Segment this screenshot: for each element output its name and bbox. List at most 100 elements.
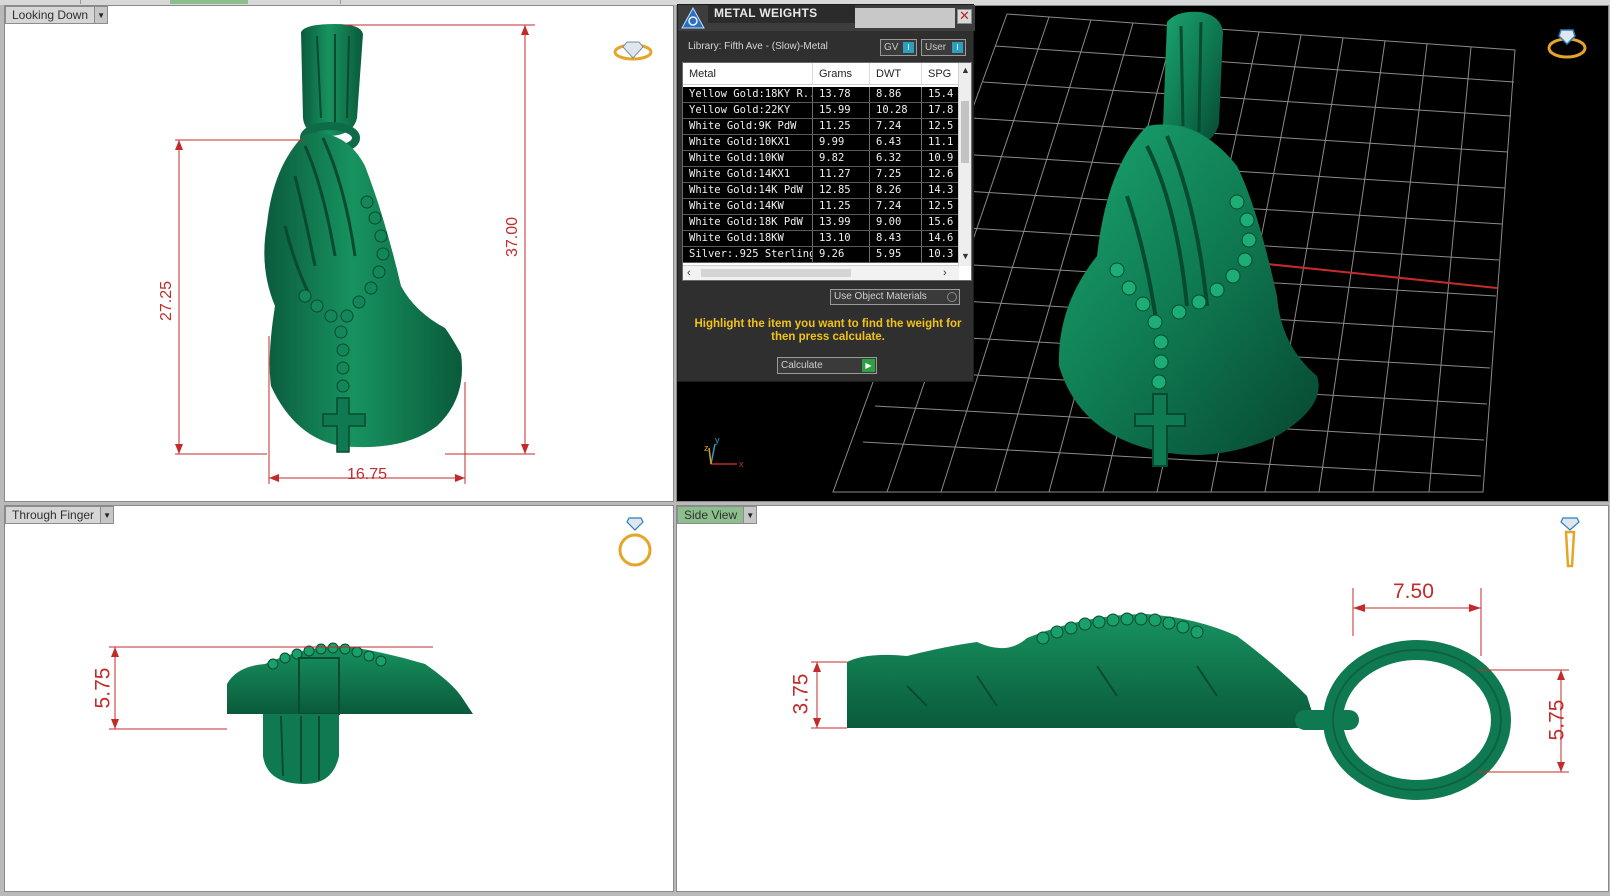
diamond-ring-icon[interactable] bbox=[613, 36, 655, 64]
user-toggle[interactable]: User I bbox=[921, 39, 966, 56]
table-row[interactable]: White Gold:18K PdW 13.99 9.00 15.6 bbox=[683, 215, 959, 231]
gv-toggle[interactable]: GV I bbox=[880, 39, 917, 56]
column-header-metal[interactable]: Metal bbox=[683, 63, 813, 84]
ring-side-icon[interactable] bbox=[1555, 512, 1585, 570]
cell-grams: 9.82 bbox=[813, 151, 870, 166]
dimension-body-thickness: 3.75 bbox=[789, 673, 813, 715]
chevron-down-icon[interactable]: ▼ bbox=[743, 507, 757, 523]
viewport-side-view[interactable]: Side View ▼ 7.50 3.75 5.75 bbox=[676, 505, 1609, 892]
cell-metal: White Gold:9K PdW bbox=[683, 119, 813, 134]
table-row[interactable]: Yellow Gold:22KY 15.99 10.28 17.8 bbox=[683, 103, 959, 119]
dimension-thickness: 5.75 bbox=[91, 667, 115, 709]
scroll-thumb[interactable] bbox=[961, 101, 969, 163]
metal-table-header: Metal Grams DWT SPG bbox=[683, 63, 959, 85]
axis-y-label: y bbox=[715, 435, 720, 445]
toolbar-divider bbox=[80, 0, 81, 4]
cell-dwt: 7.24 bbox=[870, 119, 922, 134]
chevron-down-icon[interactable]: ▼ bbox=[94, 7, 108, 23]
cell-grams: 9.26 bbox=[813, 247, 870, 262]
scroll-down-icon[interactable]: ▼ bbox=[959, 251, 972, 261]
close-icon[interactable]: ✕ bbox=[957, 9, 972, 24]
cell-metal: White Gold:10KX1 bbox=[683, 135, 813, 150]
calculate-button[interactable]: Calculate ▶ bbox=[777, 357, 877, 374]
panel-titlebar[interactable]: METAL WEIGHTS ✕ bbox=[678, 5, 975, 31]
cell-grams: 11.25 bbox=[813, 119, 870, 134]
cell-spg: 12.5 bbox=[922, 199, 959, 214]
table-row[interactable]: White Gold:14K PdW 12.85 8.26 14.3 bbox=[683, 183, 959, 199]
calculate-label: Calculate bbox=[781, 360, 823, 371]
cell-metal: White Gold:18K PdW bbox=[683, 215, 813, 230]
scroll-right-icon[interactable]: › bbox=[943, 266, 947, 280]
cell-metal: Yellow Gold:22KY bbox=[683, 103, 813, 118]
metal-weights-panel[interactable]: METAL WEIGHTS ✕ Library: Fifth Ave - (Sl… bbox=[677, 4, 975, 382]
cell-dwt: 10.28 bbox=[870, 103, 922, 118]
radio-icon bbox=[947, 292, 957, 302]
scroll-thumb[interactable] bbox=[701, 269, 851, 277]
hint-text: Highlight the item you want to find the … bbox=[694, 318, 962, 343]
cell-spg: 15.4 bbox=[922, 87, 959, 102]
ring-orbit-icon[interactable] bbox=[1545, 26, 1589, 62]
cell-grams: 13.10 bbox=[813, 231, 870, 246]
cell-dwt: 7.24 bbox=[870, 199, 922, 214]
cell-dwt: 5.95 bbox=[870, 247, 922, 262]
dimension-height-total: 37.00 bbox=[504, 216, 522, 258]
viewport-through-finger[interactable]: Through Finger ▼ 5.75 bbox=[4, 505, 674, 892]
horizontal-scrollbar[interactable]: ‹ › bbox=[683, 265, 959, 280]
column-header-spg[interactable]: SPG bbox=[922, 63, 959, 84]
ring-front-icon[interactable] bbox=[615, 512, 655, 568]
viewport-label-through-finger[interactable]: Through Finger ▼ bbox=[5, 506, 115, 524]
library-label: Library: Fifth Ave - (Slow)-Metal bbox=[688, 41, 828, 52]
cell-metal: White Gold:14KW bbox=[683, 199, 813, 214]
cell-grams: 15.99 bbox=[813, 103, 870, 118]
table-row[interactable]: White Gold:18KW 13.10 8.43 14.6 bbox=[683, 231, 959, 247]
table-row[interactable]: Yellow Gold:18KY R... 13.78 8.86 15.4 bbox=[683, 87, 959, 103]
dimension-height-body: 27.25 bbox=[158, 280, 176, 322]
viewport-looking-down[interactable]: Looking Down ▼ 37.00 27.25 16.75 bbox=[4, 5, 674, 502]
cell-dwt: 6.32 bbox=[870, 151, 922, 166]
use-object-materials-toggle[interactable]: Use Object Materials bbox=[830, 289, 960, 305]
vertical-scrollbar[interactable]: ▲ ▼ bbox=[958, 63, 971, 266]
viewport-label-looking-down[interactable]: Looking Down ▼ bbox=[5, 6, 109, 24]
axis-z-label: z bbox=[704, 443, 709, 453]
toggle-knob-icon: I bbox=[903, 42, 914, 53]
table-row[interactable]: White Gold:9K PdW 11.25 7.24 12.5 bbox=[683, 119, 959, 135]
use-object-materials-label: Use Object Materials bbox=[834, 291, 927, 302]
cell-metal: White Gold:14K PdW bbox=[683, 183, 813, 198]
cell-metal: Silver:.925 Sterling bbox=[683, 247, 813, 262]
matrix-logo-icon bbox=[681, 6, 705, 29]
viewport-label-text: Looking Down bbox=[6, 7, 95, 23]
cell-metal: White Gold:10KW bbox=[683, 151, 813, 166]
cell-grams: 12.85 bbox=[813, 183, 870, 198]
dimension-bail-width: 7.50 bbox=[1393, 580, 1434, 603]
metal-table-body: Yellow Gold:18KY R... 13.78 8.86 15.4 Yellow… bbox=[683, 87, 959, 263]
pendant-front-render bbox=[175, 24, 535, 484]
scroll-up-icon[interactable]: ▲ bbox=[959, 65, 972, 75]
cell-grams: 13.99 bbox=[813, 215, 870, 230]
pendant-side-render bbox=[811, 588, 1569, 800]
scroll-left-icon[interactable]: ‹ bbox=[687, 266, 691, 280]
gv-toggle-label: GV bbox=[884, 42, 899, 53]
viewport-label-side-view[interactable]: Side View ▼ bbox=[677, 506, 758, 524]
column-header-dwt[interactable]: DWT bbox=[870, 63, 922, 84]
table-row[interactable]: Silver:.925 Sterling 9.26 5.95 10.3 bbox=[683, 247, 959, 263]
chevron-down-icon[interactable]: ▼ bbox=[100, 507, 114, 523]
cell-spg: 15.6 bbox=[922, 215, 959, 230]
cell-spg: 14.3 bbox=[922, 183, 959, 198]
column-header-grams[interactable]: Grams bbox=[813, 63, 870, 84]
toggle-knob-icon: I bbox=[952, 42, 963, 53]
cell-dwt: 8.26 bbox=[870, 183, 922, 198]
cell-grams: 9.99 bbox=[813, 135, 870, 150]
table-row[interactable]: White Gold:14KX1 11.27 7.25 12.6 bbox=[683, 167, 959, 183]
cell-spg: 12.6 bbox=[922, 167, 959, 182]
cell-spg: 12.5 bbox=[922, 119, 959, 134]
toolbar-tab-active[interactable] bbox=[170, 0, 248, 4]
panel-title-tab[interactable] bbox=[855, 8, 955, 28]
dimension-width: 16.75 bbox=[347, 466, 388, 483]
table-row[interactable]: White Gold:10KW 9.82 6.32 10.9 bbox=[683, 151, 959, 167]
user-toggle-label: User bbox=[925, 42, 947, 53]
table-row[interactable]: White Gold:14KW 11.25 7.24 12.5 bbox=[683, 199, 959, 215]
metal-table[interactable]: Metal Grams DWT SPG Yellow Gold:18KY R..… bbox=[682, 62, 972, 281]
panel-title: METAL WEIGHTS bbox=[708, 5, 855, 23]
viewport-label-text: Side View bbox=[678, 507, 744, 523]
table-row[interactable]: White Gold:10KX1 9.99 6.43 11.1 bbox=[683, 135, 959, 151]
